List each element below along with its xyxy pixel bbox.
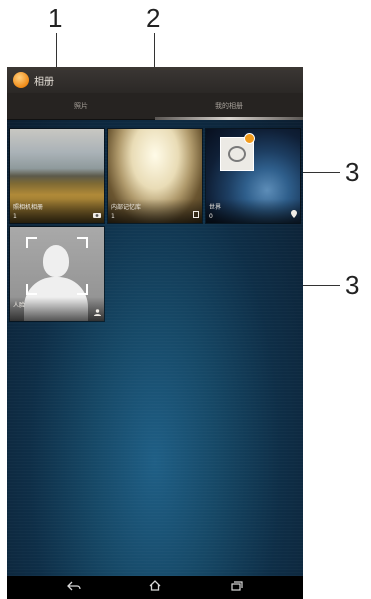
album-label: 人脸 [13, 302, 26, 309]
recent-apps-icon[interactable] [222, 579, 252, 596]
album-app-icon[interactable] [13, 72, 29, 88]
face-silhouette-head [43, 245, 69, 277]
album-label: 照相机相册 [13, 204, 44, 211]
album-label: 内部记忆库 [111, 204, 142, 211]
tab-photos-label: 照片 [74, 102, 88, 110]
callout-3-faces: 3 [345, 270, 360, 300]
tab-my-albums[interactable]: 我的相册 [155, 93, 303, 120]
person-icon [94, 309, 101, 318]
album-count: 1 [111, 213, 115, 220]
action-bar: 相册 [7, 67, 303, 93]
device-screen: 相册 照片 我的相册 照相机相册 1 内部记忆库 1 世界 0 人脸 [7, 67, 303, 599]
album-count: 0 [209, 213, 213, 220]
location-pin-icon [291, 210, 297, 220]
album-label: 世界 [209, 204, 222, 211]
tab-my-albums-label: 我的相册 [215, 102, 243, 110]
callout-3-world: 3 [345, 157, 360, 187]
callout-1: 1 [48, 3, 63, 33]
album-tile-camera[interactable]: 照相机相册 1 [10, 129, 104, 223]
location-marker-dot [244, 133, 255, 144]
album-grid: 照相机相册 1 内部记忆库 1 世界 0 人脸 [7, 120, 303, 576]
tab-bar: 照片 我的相册 [7, 93, 303, 120]
system-nav-bar [7, 576, 303, 599]
album-tile-internal-storage[interactable]: 内部记忆库 1 [108, 129, 202, 223]
callout-2: 2 [146, 3, 161, 33]
album-tile-faces[interactable]: 人脸 [10, 227, 104, 321]
camera-icon [93, 212, 101, 220]
album-count: 1 [13, 213, 17, 220]
tab-photos[interactable]: 照片 [7, 93, 155, 119]
app-title: 相册 [34, 77, 54, 88]
back-icon[interactable] [59, 579, 89, 596]
home-icon[interactable] [140, 579, 170, 596]
storage-icon [193, 211, 199, 220]
album-tile-world[interactable]: 世界 0 [206, 129, 300, 223]
